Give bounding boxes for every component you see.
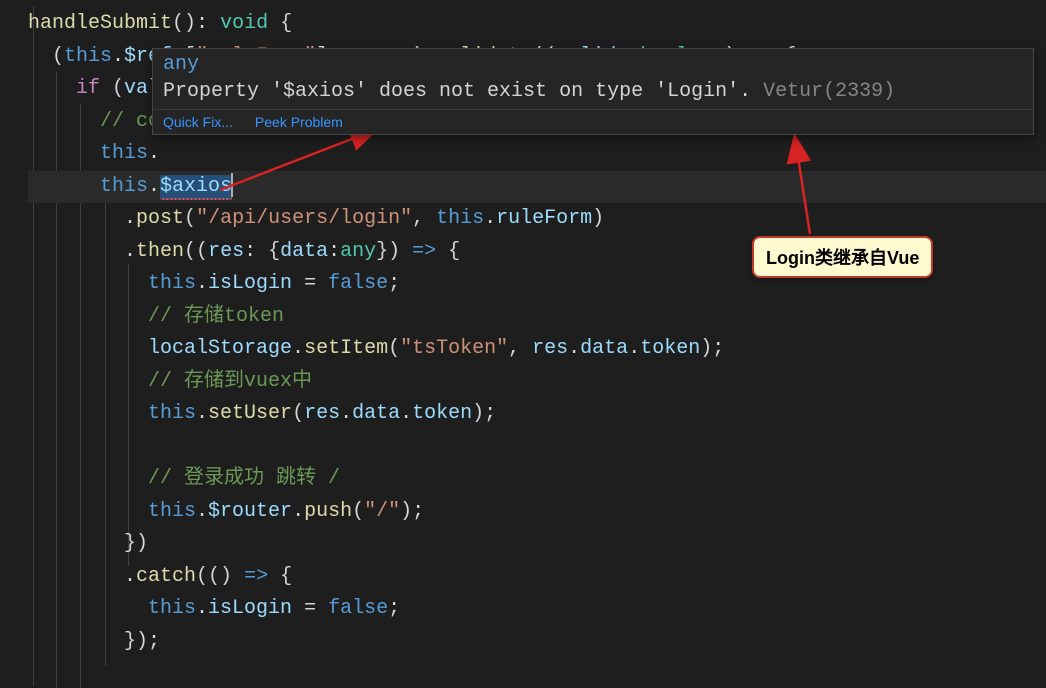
code-line: // 存储token — [28, 301, 1046, 334]
code-line: this.setUser(res.data.token); — [28, 398, 1046, 431]
code-line — [28, 431, 1046, 464]
peek-problem-link[interactable]: Peek Problem — [255, 114, 343, 130]
code-line: .catch(() => { — [28, 561, 1046, 594]
code-line: .post("/api/users/login", this.ruleForm) — [28, 203, 1046, 236]
code-line: }); — [28, 626, 1046, 659]
code-line: localStorage.setItem("tsToken", res.data… — [28, 333, 1046, 366]
code-line: this.$router.push("/"); — [28, 496, 1046, 529]
annotation-callout: Login类继承自Vue — [752, 236, 933, 278]
code-line-active: this.$axios — [28, 171, 1046, 204]
tooltip-type: any — [153, 49, 1033, 78]
code-line: // 存储到vuex中 — [28, 366, 1046, 399]
text-cursor — [231, 173, 233, 197]
tooltip-actions: Quick Fix... Peek Problem — [153, 109, 1033, 134]
hover-tooltip: any Property '$axios' does not exist on … — [152, 48, 1034, 135]
code-line: handleSubmit(): void { — [28, 8, 1046, 41]
code-line: this.isLogin = false; — [28, 593, 1046, 626]
tooltip-message: Property '$axios' does not exist on type… — [153, 78, 1033, 109]
quick-fix-link[interactable]: Quick Fix... — [163, 114, 233, 130]
code-line: }) — [28, 528, 1046, 561]
code-line: this. — [28, 138, 1046, 171]
code-line: // 登录成功 跳转 / — [28, 463, 1046, 496]
